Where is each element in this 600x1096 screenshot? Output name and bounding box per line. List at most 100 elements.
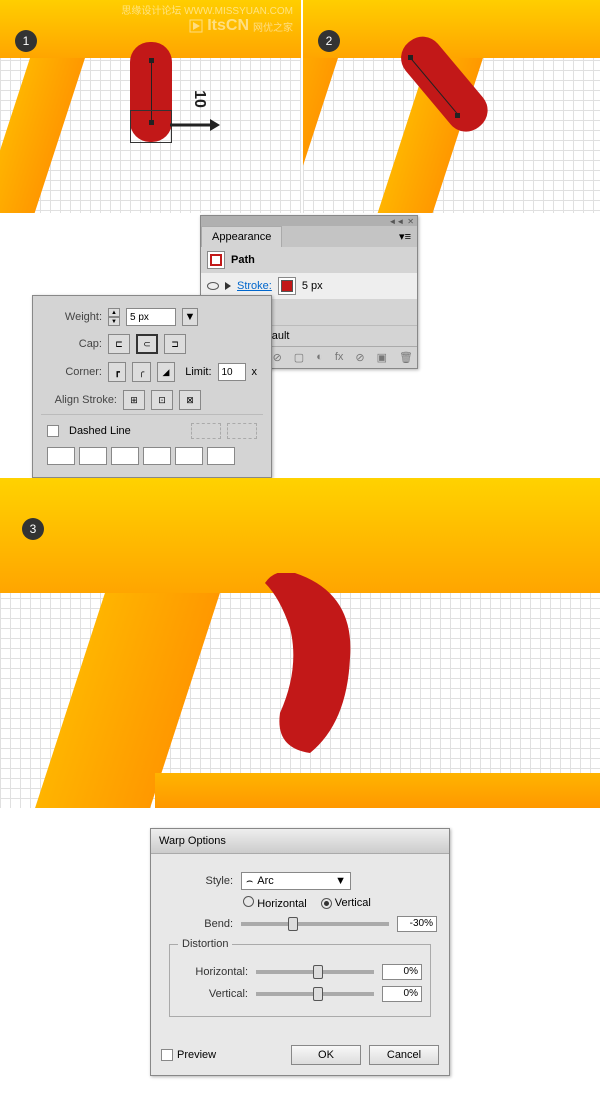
weight-label: Weight: bbox=[47, 311, 102, 323]
chevron-down-icon: ▼ bbox=[335, 875, 346, 887]
arrow-right-icon bbox=[170, 115, 220, 135]
stroke-link[interactable]: Stroke: bbox=[237, 280, 272, 292]
anchor-bottom[interactable] bbox=[455, 113, 460, 118]
gap-input-3[interactable] bbox=[207, 447, 235, 465]
dash-input-3[interactable] bbox=[175, 447, 203, 465]
bend-slider[interactable] bbox=[241, 922, 389, 926]
yellow-bar-top bbox=[303, 0, 600, 58]
watermark: 思缘设计论坛 WWW.MISSYUAN.COM ItsCN 网优之家 bbox=[121, 2, 293, 35]
expand-triangle-icon[interactable] bbox=[225, 282, 231, 290]
dash-align-2-icon[interactable] bbox=[227, 423, 257, 439]
dist-h-label: Horizontal: bbox=[178, 966, 248, 978]
weight-dropdown[interactable]: ▼ bbox=[182, 308, 198, 326]
close-icon[interactable]: ✕ bbox=[407, 217, 414, 226]
dist-v-value[interactable]: 0% bbox=[382, 986, 422, 1002]
appearance-tab[interactable]: Appearance bbox=[201, 226, 282, 247]
dist-h-slider[interactable] bbox=[256, 970, 374, 974]
artboard-step-1: 10 1 思缘设计论坛 WWW.MISSYUAN.COM ItsCN 网优之家 bbox=[0, 0, 301, 213]
bend-row: Bend: -30% bbox=[163, 916, 437, 932]
bend-value[interactable]: -30% bbox=[397, 916, 437, 932]
new-stroke-icon[interactable]: ◐ bbox=[316, 351, 323, 364]
fx-icon[interactable]: fx bbox=[335, 351, 344, 364]
step-badge-3: 3 bbox=[22, 518, 44, 540]
red-curved-shape[interactable] bbox=[255, 573, 385, 763]
align-stroke-row: Align Stroke: ⊞ ⊡ ⊠ bbox=[41, 386, 263, 414]
cap-butt-icon[interactable]: ⊏ bbox=[108, 334, 130, 354]
path-swatch[interactable] bbox=[207, 251, 225, 269]
corner-miter-icon[interactable]: ┏ bbox=[108, 362, 126, 382]
cap-row: Cap: ⊏ ⊂ ⊐ bbox=[41, 330, 263, 358]
trash-icon[interactable]: 🗑 bbox=[399, 351, 413, 364]
weight-input[interactable] bbox=[126, 308, 176, 326]
watermark-text: 思缘设计论坛 WWW.MISSYUAN.COM bbox=[121, 2, 293, 17]
dist-v-slider[interactable] bbox=[256, 992, 374, 996]
dashed-row: Dashed Line bbox=[41, 414, 263, 443]
collapse-icon[interactable]: ◄◄ bbox=[388, 217, 404, 226]
style-row: Style: ⌢ Arc ▼ bbox=[163, 872, 437, 890]
clear-icon[interactable]: ⊘ bbox=[355, 351, 364, 364]
vertical-radio[interactable]: Vertical bbox=[321, 897, 371, 909]
stroke-swatch[interactable] bbox=[278, 277, 296, 295]
align-inside-icon[interactable]: ⊡ bbox=[151, 390, 173, 410]
dash-align-1-icon[interactable] bbox=[191, 423, 221, 439]
align-outside-icon[interactable]: ⊠ bbox=[179, 390, 201, 410]
style-value: Arc bbox=[257, 875, 335, 887]
dashed-checkbox[interactable] bbox=[47, 425, 59, 437]
dist-h-row: Horizontal: 0% bbox=[178, 964, 422, 980]
artboard-step-3: 3 bbox=[0, 478, 600, 808]
gap-input-2[interactable] bbox=[143, 447, 171, 465]
arc-icon: ⌢ bbox=[246, 875, 253, 888]
stroke-value[interactable]: 5 px bbox=[302, 280, 323, 292]
duplicate-icon[interactable]: ▣ bbox=[377, 351, 387, 364]
panel-menu-icon[interactable]: ▾≡ bbox=[393, 226, 417, 247]
panel-head: ◄◄✕ bbox=[201, 216, 417, 226]
cap-projecting-icon[interactable]: ⊐ bbox=[164, 334, 186, 354]
dashed-label: Dashed Line bbox=[69, 425, 131, 437]
distortion-group: Distortion Horizontal: 0% Vertical: 0% bbox=[169, 938, 431, 1017]
step-badge-1: 1 bbox=[15, 30, 37, 52]
ok-button[interactable]: OK bbox=[291, 1045, 361, 1065]
corner-row: Corner: ┏ ╭ ◢ Limit: x bbox=[41, 358, 263, 386]
watermark-brand: ItsCN bbox=[207, 17, 249, 35]
dist-v-row: Vertical: 0% bbox=[178, 986, 422, 1002]
step-badge-2: 2 bbox=[318, 30, 340, 52]
preview-checkbox[interactable] bbox=[161, 1049, 173, 1061]
dist-h-value[interactable]: 0% bbox=[382, 964, 422, 980]
artboard-step-2: 2 bbox=[303, 0, 600, 213]
gap-input[interactable] bbox=[79, 447, 107, 465]
weight-row: Weight: ▲▼ ▼ bbox=[41, 304, 263, 330]
align-label: Align Stroke: bbox=[47, 394, 117, 406]
preview-label: Preview bbox=[177, 1049, 216, 1061]
direction-row: Horizontal Vertical bbox=[163, 896, 437, 910]
align-center-icon[interactable]: ⊞ bbox=[123, 390, 145, 410]
style-label: Style: bbox=[163, 875, 233, 887]
stroke-panel: Weight: ▲▼ ▼ Cap: ⊏ ⊂ ⊐ Corner: ┏ ╭ ◢ Li… bbox=[32, 295, 272, 478]
style-dropdown[interactable]: ⌢ Arc ▼ bbox=[241, 872, 351, 890]
dash-input-2[interactable] bbox=[111, 447, 139, 465]
corner-bevel-icon[interactable]: ◢ bbox=[157, 362, 175, 382]
cap-round-icon[interactable]: ⊂ bbox=[136, 334, 158, 354]
dash-gap-row bbox=[41, 443, 263, 469]
warp-dialog: Warp Options Style: ⌢ Arc ▼ Horizontal V… bbox=[150, 828, 450, 1076]
dialog-footer: Preview OK Cancel bbox=[151, 1035, 449, 1075]
warp-title: Warp Options bbox=[151, 829, 449, 854]
limit-input[interactable] bbox=[218, 363, 246, 381]
anchor-top[interactable] bbox=[408, 55, 413, 60]
limit-label: Limit: bbox=[185, 366, 211, 378]
dist-v-label: Vertical: bbox=[178, 988, 248, 1000]
path-label: Path bbox=[231, 254, 255, 266]
limit-suffix: x bbox=[252, 366, 258, 378]
visibility-eye-icon[interactable] bbox=[207, 282, 219, 290]
cancel-button[interactable]: Cancel bbox=[369, 1045, 439, 1065]
path-row: Path bbox=[201, 247, 417, 273]
horizontal-radio[interactable]: Horizontal bbox=[243, 896, 307, 910]
new-fill-icon[interactable]: ▢ bbox=[294, 351, 304, 364]
corner-label: Corner: bbox=[47, 366, 102, 378]
play-icon bbox=[189, 19, 203, 33]
corner-round-icon[interactable]: ╭ bbox=[132, 362, 150, 382]
bend-label: Bend: bbox=[163, 918, 233, 930]
no-icon[interactable]: ⊘ bbox=[273, 351, 282, 364]
weight-stepper[interactable]: ▲▼ bbox=[108, 308, 120, 326]
selection-box[interactable] bbox=[130, 110, 172, 143]
dash-input[interactable] bbox=[47, 447, 75, 465]
